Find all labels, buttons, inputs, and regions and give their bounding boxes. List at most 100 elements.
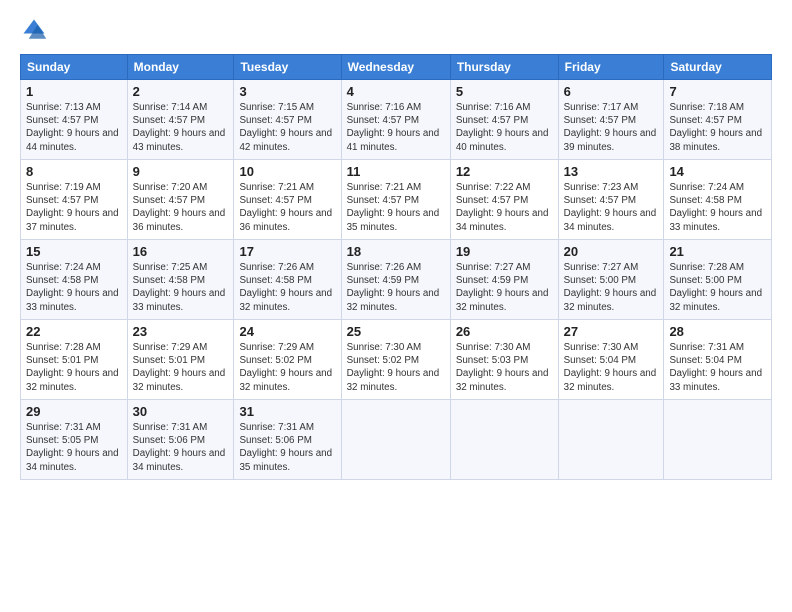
day-number: 7 <box>669 84 766 99</box>
calendar-day-cell: 12 Sunrise: 7:22 AMSunset: 4:57 PMDaylig… <box>450 160 558 240</box>
day-info: Sunrise: 7:30 AMSunset: 5:03 PMDaylight:… <box>456 342 549 393</box>
day-number: 10 <box>239 164 335 179</box>
day-number: 19 <box>456 244 553 259</box>
day-number: 29 <box>26 404 122 419</box>
calendar-day-cell: 1 Sunrise: 7:13 AMSunset: 4:57 PMDayligh… <box>21 80 128 160</box>
day-number: 15 <box>26 244 122 259</box>
day-number: 24 <box>239 324 335 339</box>
calendar-day-cell: 10 Sunrise: 7:21 AMSunset: 4:57 PMDaylig… <box>234 160 341 240</box>
day-info: Sunrise: 7:13 AMSunset: 4:57 PMDaylight:… <box>26 102 119 153</box>
calendar-week-3: 15 Sunrise: 7:24 AMSunset: 4:58 PMDaylig… <box>21 240 772 320</box>
day-number: 9 <box>133 164 229 179</box>
day-info: Sunrise: 7:24 AMSunset: 4:58 PMDaylight:… <box>669 182 762 233</box>
day-number: 25 <box>347 324 445 339</box>
calendar-day-cell: 13 Sunrise: 7:23 AMSunset: 4:57 PMDaylig… <box>558 160 664 240</box>
calendar-day-cell: 5 Sunrise: 7:16 AMSunset: 4:57 PMDayligh… <box>450 80 558 160</box>
day-number: 17 <box>239 244 335 259</box>
calendar-day-cell: 29 Sunrise: 7:31 AMSunset: 5:05 PMDaylig… <box>21 400 128 480</box>
day-number: 23 <box>133 324 229 339</box>
calendar-day-cell: 20 Sunrise: 7:27 AMSunset: 5:00 PMDaylig… <box>558 240 664 320</box>
day-number: 16 <box>133 244 229 259</box>
day-info: Sunrise: 7:31 AMSunset: 5:05 PMDaylight:… <box>26 422 119 473</box>
calendar-day-cell: 27 Sunrise: 7:30 AMSunset: 5:04 PMDaylig… <box>558 320 664 400</box>
weekday-header-monday: Monday <box>127 55 234 80</box>
day-info: Sunrise: 7:17 AMSunset: 4:57 PMDaylight:… <box>564 102 657 153</box>
day-number: 12 <box>456 164 553 179</box>
day-info: Sunrise: 7:26 AMSunset: 4:59 PMDaylight:… <box>347 262 440 313</box>
calendar-day-cell: 7 Sunrise: 7:18 AMSunset: 4:57 PMDayligh… <box>664 80 772 160</box>
calendar-day-cell: 23 Sunrise: 7:29 AMSunset: 5:01 PMDaylig… <box>127 320 234 400</box>
calendar-day-cell: 15 Sunrise: 7:24 AMSunset: 4:58 PMDaylig… <box>21 240 128 320</box>
day-number: 13 <box>564 164 659 179</box>
day-info: Sunrise: 7:30 AMSunset: 5:04 PMDaylight:… <box>564 342 657 393</box>
day-info: Sunrise: 7:30 AMSunset: 5:02 PMDaylight:… <box>347 342 440 393</box>
day-info: Sunrise: 7:31 AMSunset: 5:04 PMDaylight:… <box>669 342 762 393</box>
calendar-day-cell <box>558 400 664 480</box>
day-number: 8 <box>26 164 122 179</box>
calendar-day-cell: 24 Sunrise: 7:29 AMSunset: 5:02 PMDaylig… <box>234 320 341 400</box>
weekday-header-friday: Friday <box>558 55 664 80</box>
day-number: 1 <box>26 84 122 99</box>
day-info: Sunrise: 7:29 AMSunset: 5:02 PMDaylight:… <box>239 342 332 393</box>
day-number: 4 <box>347 84 445 99</box>
day-info: Sunrise: 7:26 AMSunset: 4:58 PMDaylight:… <box>239 262 332 313</box>
day-number: 27 <box>564 324 659 339</box>
day-number: 5 <box>456 84 553 99</box>
day-number: 26 <box>456 324 553 339</box>
calendar-day-cell: 16 Sunrise: 7:25 AMSunset: 4:58 PMDaylig… <box>127 240 234 320</box>
day-info: Sunrise: 7:27 AMSunset: 5:00 PMDaylight:… <box>564 262 657 313</box>
calendar-day-cell: 25 Sunrise: 7:30 AMSunset: 5:02 PMDaylig… <box>341 320 450 400</box>
logo-icon <box>20 16 48 44</box>
calendar-day-cell: 4 Sunrise: 7:16 AMSunset: 4:57 PMDayligh… <box>341 80 450 160</box>
calendar-week-1: 1 Sunrise: 7:13 AMSunset: 4:57 PMDayligh… <box>21 80 772 160</box>
calendar-day-cell: 19 Sunrise: 7:27 AMSunset: 4:59 PMDaylig… <box>450 240 558 320</box>
day-info: Sunrise: 7:18 AMSunset: 4:57 PMDaylight:… <box>669 102 762 153</box>
day-number: 14 <box>669 164 766 179</box>
calendar-header <box>20 16 772 44</box>
calendar-day-cell: 28 Sunrise: 7:31 AMSunset: 5:04 PMDaylig… <box>664 320 772 400</box>
calendar-day-cell: 31 Sunrise: 7:31 AMSunset: 5:06 PMDaylig… <box>234 400 341 480</box>
calendar-week-5: 29 Sunrise: 7:31 AMSunset: 5:05 PMDaylig… <box>21 400 772 480</box>
day-info: Sunrise: 7:31 AMSunset: 5:06 PMDaylight:… <box>239 422 332 473</box>
calendar-table: SundayMondayTuesdayWednesdayThursdayFrid… <box>20 54 772 480</box>
day-info: Sunrise: 7:15 AMSunset: 4:57 PMDaylight:… <box>239 102 332 153</box>
calendar-day-cell: 11 Sunrise: 7:21 AMSunset: 4:57 PMDaylig… <box>341 160 450 240</box>
day-info: Sunrise: 7:19 AMSunset: 4:57 PMDaylight:… <box>26 182 119 233</box>
weekday-header-thursday: Thursday <box>450 55 558 80</box>
day-info: Sunrise: 7:28 AMSunset: 5:00 PMDaylight:… <box>669 262 762 313</box>
day-info: Sunrise: 7:16 AMSunset: 4:57 PMDaylight:… <box>347 102 440 153</box>
day-info: Sunrise: 7:31 AMSunset: 5:06 PMDaylight:… <box>133 422 226 473</box>
calendar-day-cell: 17 Sunrise: 7:26 AMSunset: 4:58 PMDaylig… <box>234 240 341 320</box>
calendar-day-cell: 8 Sunrise: 7:19 AMSunset: 4:57 PMDayligh… <box>21 160 128 240</box>
day-number: 18 <box>347 244 445 259</box>
calendar-day-cell: 22 Sunrise: 7:28 AMSunset: 5:01 PMDaylig… <box>21 320 128 400</box>
day-info: Sunrise: 7:25 AMSunset: 4:58 PMDaylight:… <box>133 262 226 313</box>
day-number: 6 <box>564 84 659 99</box>
day-info: Sunrise: 7:21 AMSunset: 4:57 PMDaylight:… <box>347 182 440 233</box>
weekday-header-tuesday: Tuesday <box>234 55 341 80</box>
calendar-day-cell <box>664 400 772 480</box>
calendar-day-cell <box>450 400 558 480</box>
day-number: 31 <box>239 404 335 419</box>
calendar-day-cell: 26 Sunrise: 7:30 AMSunset: 5:03 PMDaylig… <box>450 320 558 400</box>
day-info: Sunrise: 7:24 AMSunset: 4:58 PMDaylight:… <box>26 262 119 313</box>
day-info: Sunrise: 7:21 AMSunset: 4:57 PMDaylight:… <box>239 182 332 233</box>
day-number: 2 <box>133 84 229 99</box>
calendar-week-4: 22 Sunrise: 7:28 AMSunset: 5:01 PMDaylig… <box>21 320 772 400</box>
calendar-day-cell: 2 Sunrise: 7:14 AMSunset: 4:57 PMDayligh… <box>127 80 234 160</box>
day-info: Sunrise: 7:23 AMSunset: 4:57 PMDaylight:… <box>564 182 657 233</box>
day-info: Sunrise: 7:16 AMSunset: 4:57 PMDaylight:… <box>456 102 549 153</box>
day-info: Sunrise: 7:14 AMSunset: 4:57 PMDaylight:… <box>133 102 226 153</box>
calendar-day-cell: 30 Sunrise: 7:31 AMSunset: 5:06 PMDaylig… <box>127 400 234 480</box>
calendar-day-cell: 3 Sunrise: 7:15 AMSunset: 4:57 PMDayligh… <box>234 80 341 160</box>
calendar-day-cell: 18 Sunrise: 7:26 AMSunset: 4:59 PMDaylig… <box>341 240 450 320</box>
day-number: 22 <box>26 324 122 339</box>
weekday-header-row: SundayMondayTuesdayWednesdayThursdayFrid… <box>21 55 772 80</box>
calendar-day-cell: 6 Sunrise: 7:17 AMSunset: 4:57 PMDayligh… <box>558 80 664 160</box>
day-info: Sunrise: 7:29 AMSunset: 5:01 PMDaylight:… <box>133 342 226 393</box>
day-number: 28 <box>669 324 766 339</box>
weekday-header-wednesday: Wednesday <box>341 55 450 80</box>
weekday-header-saturday: Saturday <box>664 55 772 80</box>
calendar-week-2: 8 Sunrise: 7:19 AMSunset: 4:57 PMDayligh… <box>21 160 772 240</box>
day-number: 30 <box>133 404 229 419</box>
